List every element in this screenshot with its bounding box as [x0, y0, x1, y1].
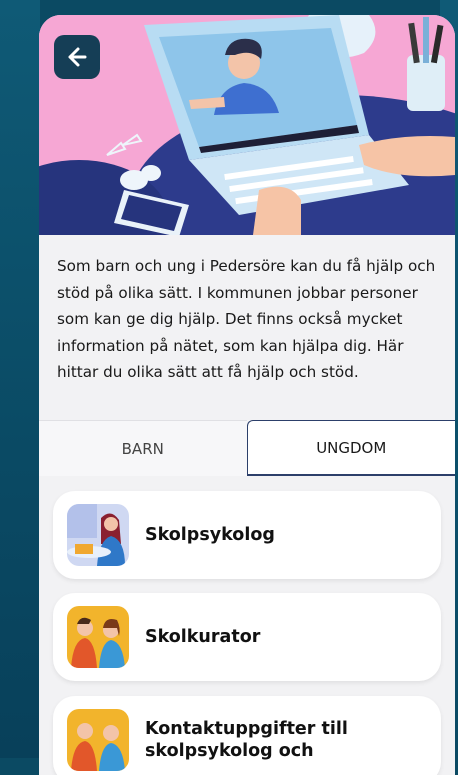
back-button[interactable]	[54, 35, 100, 79]
counselor-icon	[67, 606, 129, 668]
tab-barn[interactable]: BARN	[39, 420, 247, 476]
list-item-label: Skolpsykolog	[145, 525, 275, 545]
tab-ungdom[interactable]: UNGDOM	[246, 420, 455, 476]
list-item-label: Kontaktuppgifter till skolpsykolog och	[145, 719, 348, 761]
arrow-left-icon	[68, 47, 87, 67]
list-item-skolpsykolog[interactable]: Skolpsykolog	[53, 491, 441, 579]
content-card: Som barn och ung i Pedersöre kan du få h…	[39, 15, 455, 775]
list-item-label: Skolkurator	[145, 627, 261, 647]
contact-icon	[67, 709, 129, 771]
tab-bar: BARN UNGDOM	[39, 420, 455, 476]
psychologist-icon	[67, 504, 129, 566]
background-panel-left	[0, 0, 40, 758]
online-counseling-illustration	[39, 15, 455, 235]
hero-illustration	[39, 15, 455, 235]
intro-text: Som barn och ung i Pedersöre kan du få h…	[57, 257, 436, 381]
list-item-skolkurator[interactable]: Skolkurator	[53, 593, 441, 681]
list-item-kontaktuppgifter[interactable]: Kontaktuppgifter till skolpsykolog och	[53, 696, 441, 775]
